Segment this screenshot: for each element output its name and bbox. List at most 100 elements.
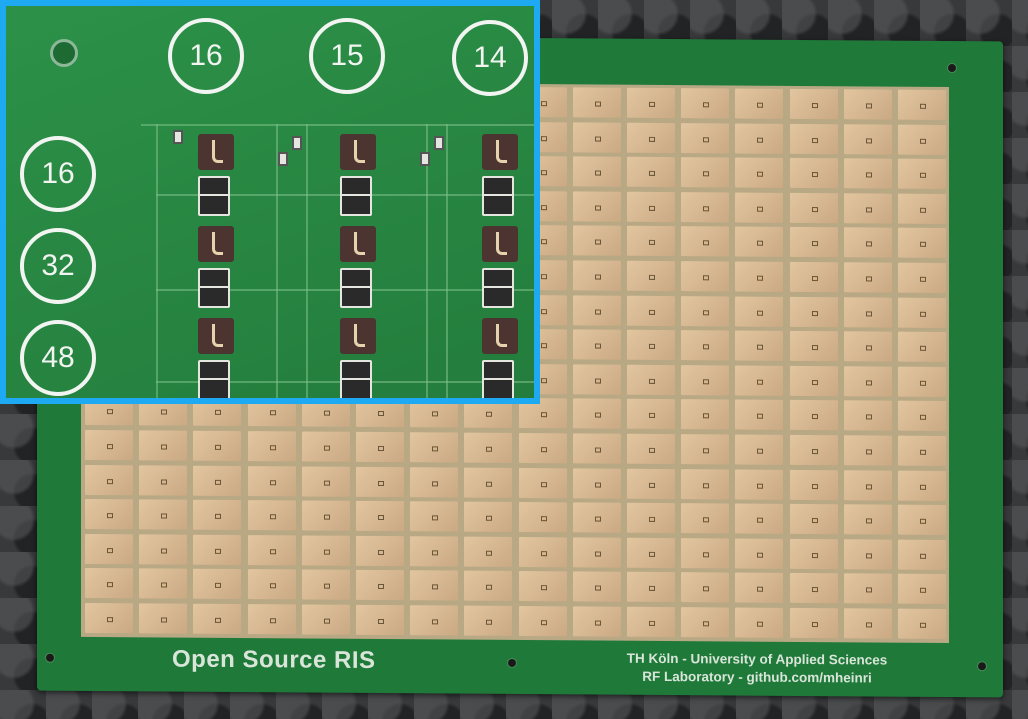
ris-patch — [193, 430, 242, 462]
row-label-2: 32 — [20, 228, 96, 304]
ris-patch — [518, 502, 567, 533]
ris-patch — [681, 226, 730, 257]
ris-patch — [898, 574, 946, 605]
ris-patch — [843, 435, 892, 466]
ris-patch — [843, 123, 892, 155]
ris-patch — [898, 504, 946, 536]
ris-patch — [735, 330, 784, 362]
ris-patch — [843, 400, 892, 431]
ris-patch — [247, 465, 296, 497]
ris-patch — [193, 569, 242, 600]
ris-patch — [898, 158, 946, 190]
ris-patch — [843, 504, 892, 535]
ris-patch — [681, 468, 730, 500]
resistor — [340, 194, 372, 216]
ris-patch — [518, 571, 567, 602]
ris-patch — [735, 469, 784, 500]
ris-patch — [843, 89, 892, 120]
ris-patch — [735, 503, 784, 535]
ris-patch — [410, 605, 459, 636]
mounting-hole — [977, 661, 987, 672]
ris-patch — [572, 502, 621, 533]
ris-patch — [464, 501, 513, 533]
ris-patch — [789, 538, 838, 570]
phase-shifter-pad — [340, 318, 376, 354]
ris-patch — [193, 534, 242, 565]
ris-patch — [627, 468, 675, 499]
ris-patch — [572, 87, 621, 118]
ris-patch — [681, 88, 730, 119]
ris-patch — [85, 464, 133, 495]
ris-patch — [789, 573, 838, 604]
ris-patch — [410, 432, 459, 463]
ris-patch — [789, 331, 838, 362]
ris-patch — [193, 465, 242, 496]
ris-patch — [898, 89, 946, 120]
ris-patch — [843, 296, 892, 328]
ris-patch — [898, 228, 946, 259]
ris-patch — [843, 227, 892, 258]
ris-patch — [247, 431, 296, 462]
ris-patch — [627, 433, 675, 465]
ris-patch — [85, 568, 133, 599]
ris-patch — [572, 364, 621, 395]
ris-patch — [301, 569, 350, 601]
ris-patch — [898, 539, 946, 570]
ris-patch — [139, 603, 188, 634]
phase-shifter-pad — [198, 318, 234, 354]
ris-patch — [518, 467, 567, 498]
ris-patch — [464, 432, 513, 463]
ris-patch — [356, 431, 404, 463]
ris-patch — [518, 536, 567, 568]
ris-patch — [735, 123, 784, 154]
resistor — [198, 286, 230, 308]
resistor — [482, 286, 514, 308]
ris-patch — [139, 464, 188, 496]
ris-patch — [572, 260, 621, 291]
ris-patch — [410, 466, 459, 498]
ris-patch — [789, 434, 838, 466]
ris-patch — [572, 537, 621, 568]
ris-patch — [735, 365, 784, 396]
mounting-hole — [507, 657, 517, 668]
ris-patch — [843, 193, 892, 224]
ris-patch — [139, 568, 188, 600]
trace — [156, 124, 158, 398]
ris-patch — [681, 191, 730, 223]
ris-patch — [572, 467, 621, 499]
ris-patch — [356, 501, 404, 532]
ris-patch — [410, 536, 459, 567]
mounting-hole — [947, 62, 957, 74]
column-label-1: 16 — [168, 18, 244, 94]
ris-patch — [898, 331, 946, 363]
ris-patch — [789, 400, 838, 431]
ris-patch — [735, 538, 784, 569]
ris-patch — [518, 432, 567, 464]
resistor — [340, 286, 372, 308]
ris-patch — [301, 604, 350, 635]
mounting-hole — [45, 652, 55, 663]
ris-patch — [789, 227, 838, 258]
ris-patch — [681, 607, 730, 638]
phase-shifter-pad — [482, 134, 518, 170]
ris-patch — [139, 534, 188, 565]
column-label-2: 15 — [309, 18, 385, 94]
trace — [426, 124, 428, 398]
ris-patch — [356, 535, 404, 566]
resistor — [482, 194, 514, 216]
ris-patch — [464, 605, 513, 636]
ris-patch — [247, 500, 296, 531]
ris-patch — [681, 330, 730, 361]
ris-patch — [681, 261, 730, 292]
phase-shifter-pad — [482, 318, 518, 354]
ris-patch — [572, 606, 621, 637]
ris-patch — [627, 156, 675, 188]
ris-patch — [681, 434, 730, 465]
ris-patch — [789, 365, 838, 397]
ris-patch — [681, 157, 730, 188]
ris-patch — [627, 606, 675, 638]
ris-patch — [898, 401, 946, 432]
phase-shifter-pad — [198, 226, 234, 262]
ris-patch — [789, 88, 838, 120]
ris-patch — [735, 434, 784, 465]
